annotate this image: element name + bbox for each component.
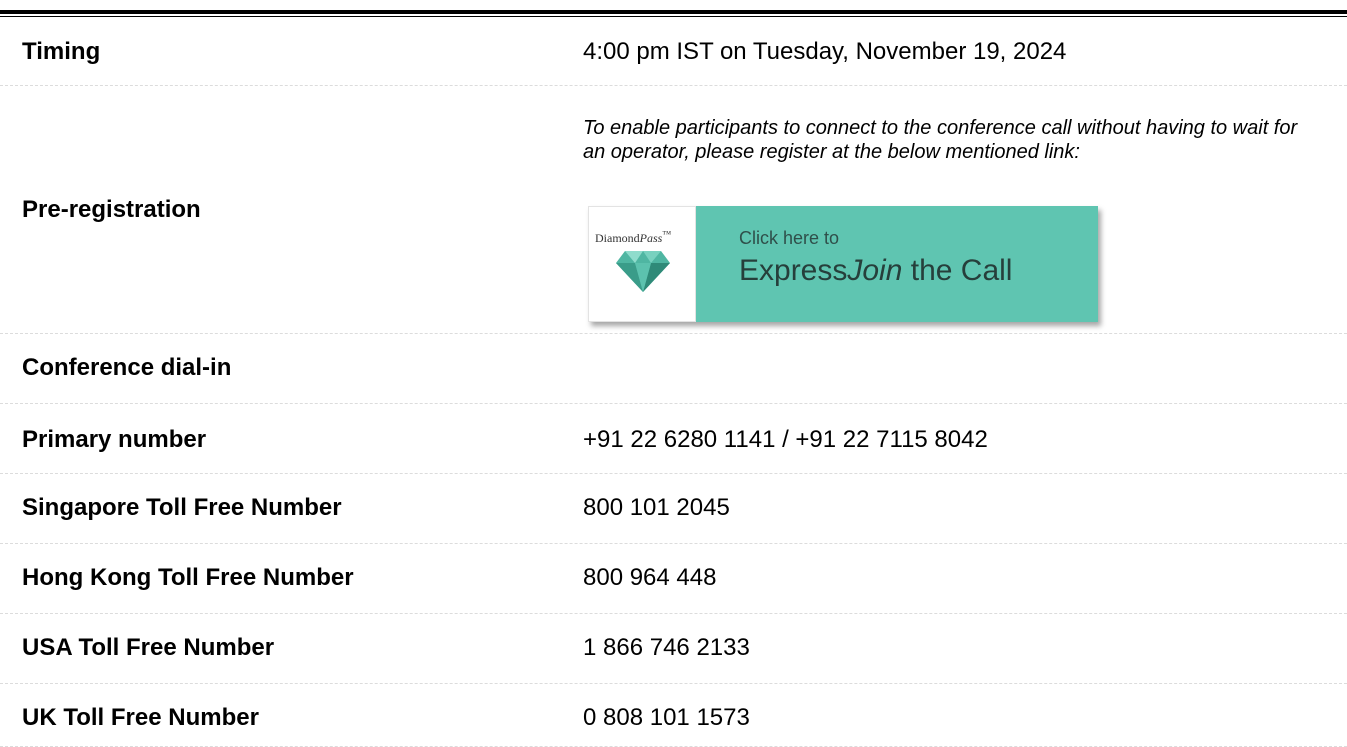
- logo-text-italic: Pass: [639, 231, 663, 245]
- diamond-pass-logo: DiamondPass™: [588, 206, 696, 322]
- uk-label: UK Toll Free Number: [22, 704, 259, 731]
- pre-registration-label: Pre-registration: [22, 196, 201, 223]
- logo-text: Diamond: [595, 231, 640, 245]
- row-usa: USA Toll Free Number 1 866 746 2133: [0, 614, 1347, 684]
- row-uk: UK Toll Free Number 0 808 101 1573: [0, 684, 1347, 747]
- logo-tm: ™: [662, 229, 672, 239]
- row-hong-kong: Hong Kong Toll Free Number 800 964 448: [0, 544, 1347, 614]
- timing-label: Timing: [22, 38, 101, 65]
- hong-kong-value: 800 964 448: [583, 564, 717, 591]
- express-join-cta: Click here to ExpressJoin the Call: [696, 206, 1098, 322]
- row-singapore: Singapore Toll Free Number 800 101 2045: [0, 474, 1347, 544]
- row-primary-number: Primary number +91 22 6280 1141 / +91 22…: [0, 404, 1347, 474]
- timing-value: 4:00 pm IST on Tuesday, November 19, 202…: [583, 38, 1067, 65]
- primary-number-value: +91 22 6280 1141 / +91 22 7115 8042: [583, 426, 988, 453]
- usa-label: USA Toll Free Number: [22, 634, 275, 661]
- uk-value: 0 808 101 1573: [583, 704, 750, 731]
- cta-line-1: Click here to: [739, 228, 840, 248]
- hong-kong-label: Hong Kong Toll Free Number: [22, 564, 354, 591]
- express-join-button[interactable]: DiamondPass™ Click here to ExpressJoin t…: [588, 206, 1098, 322]
- conference-dial-in-label: Conference dial-in: [22, 354, 232, 381]
- top-double-rule: [0, 10, 1347, 17]
- row-timing: Timing 4:00 pm IST on Tuesday, November …: [0, 22, 1347, 86]
- pre-registration-note: To enable participants to connect to the…: [583, 117, 1298, 163]
- singapore-value: 800 101 2045: [583, 494, 730, 521]
- primary-number-label: Primary number: [22, 426, 207, 453]
- row-conference-dial-in: Conference dial-in: [0, 334, 1347, 404]
- cta-line-2: ExpressJoin the Call: [739, 254, 1013, 287]
- singapore-label: Singapore Toll Free Number: [22, 494, 342, 521]
- usa-value: 1 866 746 2133: [583, 634, 750, 661]
- row-pre-registration: Pre-registration To enable participants …: [0, 86, 1347, 334]
- diamond-gem-icon: [616, 251, 670, 292]
